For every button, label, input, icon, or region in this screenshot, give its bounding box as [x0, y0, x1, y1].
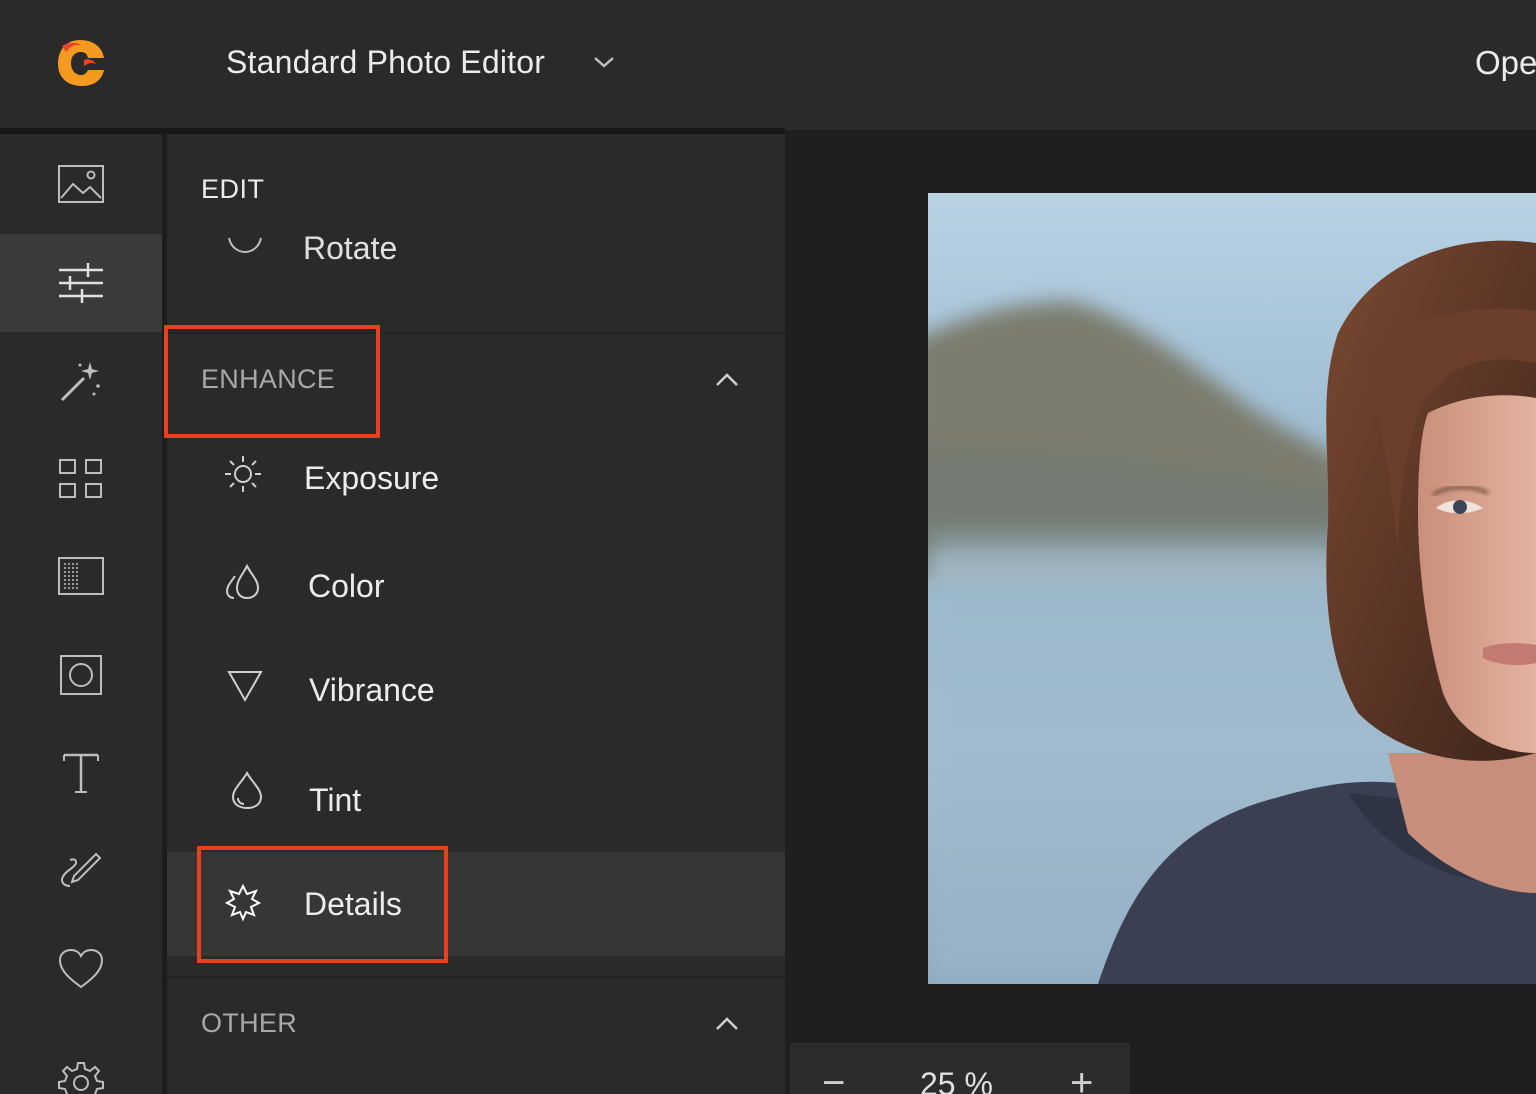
rail-item-text[interactable]: [0, 724, 162, 822]
rail-item-adjust[interactable]: [0, 234, 162, 332]
tool-label: Tint: [309, 782, 362, 818]
tool-label: Color: [308, 568, 385, 604]
brush-icon: [60, 852, 102, 887]
photo-preview[interactable]: [928, 193, 1536, 984]
edit-panel: EDIT Rotate ENHANCE Exposure Color Vibra…: [167, 134, 785, 1094]
tool-item-details[interactable]: Details: [167, 852, 785, 956]
zoom-in-button[interactable]: +: [1070, 1063, 1093, 1094]
rotate-icon: [228, 237, 262, 254]
zoom-out-button[interactable]: −: [822, 1063, 845, 1094]
rail-item-settings[interactable]: [0, 1034, 162, 1094]
settings-icon: [58, 1062, 104, 1094]
section-label: ENHANCE: [201, 364, 336, 394]
details-icon: [224, 883, 262, 922]
tool-label: Exposure: [304, 460, 440, 496]
rail-item-image[interactable]: [0, 136, 162, 234]
open-button[interactable]: Ope: [1475, 44, 1536, 82]
rail-item-overlays[interactable]: [0, 430, 162, 528]
section-header-enhance[interactable]: ENHANCE: [167, 334, 785, 428]
top-bar: Standard Photo Editor Ope: [0, 0, 1536, 134]
rail-item-draw[interactable]: [0, 822, 162, 920]
rail-item-favorites[interactable]: [0, 920, 162, 1018]
rail-item-frames[interactable]: [0, 626, 162, 724]
tool-rail: [0, 134, 162, 1094]
text-icon: [63, 753, 99, 793]
rail-item-textures[interactable]: [0, 528, 162, 626]
tool-item-vibrance[interactable]: Vibrance: [167, 634, 785, 738]
drops-icon: [225, 563, 260, 600]
section-header-other[interactable]: OTHER: [167, 978, 785, 1072]
tool-item-rotate[interactable]: Rotate: [167, 234, 785, 294]
tool-label: Details: [304, 886, 402, 922]
panel-heading: EDIT: [201, 174, 265, 204]
tool-label: Vibrance: [309, 672, 435, 708]
tool-item-color[interactable]: Color: [167, 530, 785, 634]
heart-icon: [58, 948, 104, 989]
tool-label: Rotate: [303, 234, 398, 266]
sliders-icon: [59, 263, 103, 303]
tool-item-tint[interactable]: Tint: [167, 744, 785, 848]
magic-wand-icon: [60, 362, 100, 402]
drop-icon: [231, 770, 263, 810]
editor-mode-title[interactable]: Standard Photo Editor: [226, 44, 545, 81]
triangle-icon: [227, 671, 263, 703]
chevron-down-icon[interactable]: [590, 52, 618, 72]
zoom-level: 25 %: [920, 1066, 993, 1094]
image-icon: [58, 165, 104, 203]
frame-icon: [60, 655, 102, 695]
chevron-up-icon[interactable]: [713, 1014, 741, 1034]
app-logo-icon[interactable]: [54, 36, 106, 88]
grid-icon: [59, 459, 102, 498]
rail-item-effects[interactable]: [0, 332, 162, 430]
chevron-up-icon[interactable]: [713, 370, 741, 390]
section-label: OTHER: [201, 1008, 297, 1038]
texture-icon: [58, 557, 104, 595]
tool-item-exposure[interactable]: Exposure: [167, 426, 785, 530]
portrait-image: [928, 240, 1536, 984]
sun-icon: [225, 456, 261, 492]
